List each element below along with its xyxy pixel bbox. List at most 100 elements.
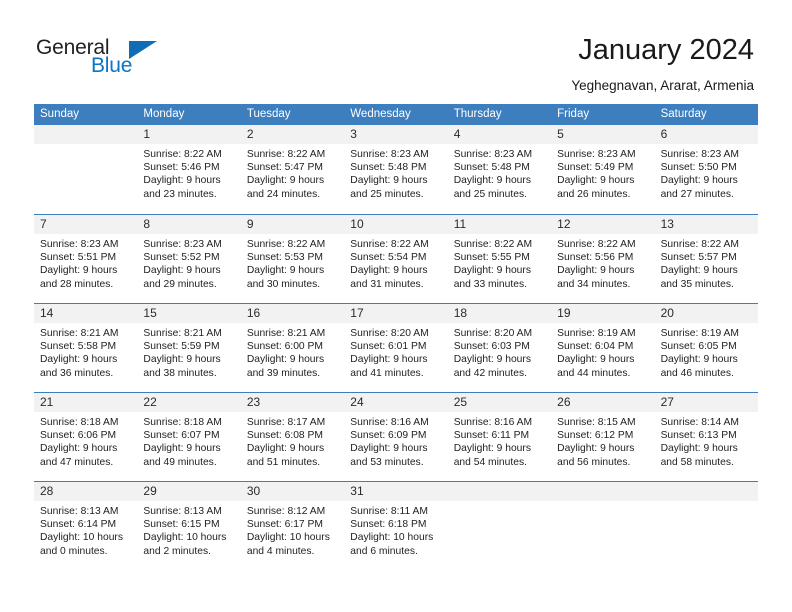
daylight-duration-line2: and 24 minutes. xyxy=(246,188,321,200)
weekday-header-tuesday: Tuesday xyxy=(246,108,291,120)
calendar-day-cell[interactable]: 18 Sunrise: 8:20 AM Sunset: 6:03 PM Dayligh… xyxy=(447,304,552,392)
daylight-duration-line1: Daylight: 9 hours xyxy=(143,265,221,277)
day-number: 27 xyxy=(654,393,758,412)
daylight-duration-line1: Daylight: 9 hours xyxy=(246,443,325,455)
day-sun-info: Sunrise: 8:22 AM Sunset: 5:56 PM Daylight:… xyxy=(551,234,654,291)
day-sun-info: Sunrise: 8:23 AM Sunset: 5:51 PM Daylight:… xyxy=(34,234,137,291)
daylight-duration-line2: and 25 minutes. xyxy=(453,188,527,200)
sunset-time: Sunset: 6:04 PM xyxy=(557,341,634,353)
calendar-day-cell[interactable]: 12 Sunrise: 8:22 AM Sunset: 5:56 PM Dayligh… xyxy=(551,215,655,303)
calendar-day-cell-empty xyxy=(447,482,552,570)
daylight-duration-line1: Daylight: 9 hours xyxy=(350,354,428,366)
calendar-day-cell[interactable]: 22 Sunrise: 8:18 AM Sunset: 6:07 PM Dayligh… xyxy=(137,393,241,481)
daylight-duration-line2: and 4 minutes. xyxy=(246,545,315,557)
daylight-duration-line2: and 35 minutes. xyxy=(660,278,734,290)
day-sun-info: Sunrise: 8:23 AM Sunset: 5:48 PM Daylight:… xyxy=(344,144,447,201)
sunset-time: Sunset: 6:03 PM xyxy=(453,341,530,353)
sunrise-time: Sunrise: 8:18 AM xyxy=(40,417,119,428)
calendar-day-cell[interactable]: 28 Sunrise: 8:13 AM Sunset: 6:14 PM Dayligh… xyxy=(34,482,138,570)
calendar-day-cell[interactable]: 21 Sunrise: 8:18 AM Sunset: 6:06 PM Dayligh… xyxy=(34,393,138,481)
daylight-duration-line2: and 2 minutes. xyxy=(143,545,211,557)
sunrise-time: Sunrise: 8:22 AM xyxy=(143,149,222,160)
sunrise-time: Sunrise: 8:16 AM xyxy=(453,417,533,428)
daylight-duration-line1: Daylight: 9 hours xyxy=(453,443,531,455)
calendar-week-row: 28 Sunrise: 8:13 AM Sunset: 6:14 PM Dayligh… xyxy=(34,481,758,570)
calendar-day-cell[interactable]: 25 Sunrise: 8:16 AM Sunset: 6:11 PM Dayligh… xyxy=(447,393,552,481)
daylight-duration-line1: Daylight: 10 hours xyxy=(350,532,434,544)
calendar-day-cell[interactable]: 16 Sunrise: 8:21 AM Sunset: 6:00 PM Dayligh… xyxy=(240,304,345,392)
calendar-day-cell[interactable]: 13 Sunrise: 8:22 AM Sunset: 5:57 PM Dayligh… xyxy=(654,215,758,303)
sunrise-time: Sunrise: 8:13 AM xyxy=(40,506,119,517)
sunrise-time: Sunrise: 8:19 AM xyxy=(557,328,636,339)
sunrise-time: Sunrise: 8:22 AM xyxy=(246,149,326,160)
sunset-time: Sunset: 5:52 PM xyxy=(143,252,220,264)
daylight-duration-line2: and 56 minutes. xyxy=(557,456,631,468)
daylight-duration-line1: Daylight: 9 hours xyxy=(246,265,325,277)
calendar-day-cell[interactable]: 5 Sunrise: 8:23 AM Sunset: 5:49 PM Daylight… xyxy=(551,125,655,214)
daylight-duration-line2: and 39 minutes. xyxy=(246,367,321,379)
calendar-day-cell[interactable]: 11 Sunrise: 8:22 AM Sunset: 5:55 PM Dayligh… xyxy=(447,215,552,303)
daylight-duration-line1: Daylight: 9 hours xyxy=(350,443,428,455)
day-number: 19 xyxy=(551,304,655,323)
day-number xyxy=(34,125,138,144)
day-number: 12 xyxy=(551,215,655,234)
calendar-day-cell[interactable]: 3 Sunrise: 8:23 AM Sunset: 5:48 PM Daylight… xyxy=(344,125,448,214)
calendar-day-cell[interactable]: 24 Sunrise: 8:16 AM Sunset: 6:09 PM Dayligh… xyxy=(344,393,448,481)
calendar-day-cell[interactable]: 7 Sunrise: 8:23 AM Sunset: 5:51 PM Daylight… xyxy=(34,215,138,303)
calendar-day-cell-empty xyxy=(654,482,758,570)
day-number: 25 xyxy=(447,393,552,412)
calendar-day-cell[interactable]: 23 Sunrise: 8:17 AM Sunset: 6:08 PM Dayligh… xyxy=(240,393,345,481)
sunrise-time: Sunrise: 8:23 AM xyxy=(453,149,533,160)
calendar-day-cell[interactable]: 30 Sunrise: 8:12 AM Sunset: 6:17 PM Dayligh… xyxy=(240,482,345,570)
calendar-day-cell[interactable]: 27 Sunrise: 8:14 AM Sunset: 6:13 PM Dayligh… xyxy=(654,393,758,481)
daylight-duration-line1: Daylight: 9 hours xyxy=(660,443,738,455)
sunset-time: Sunset: 6:12 PM xyxy=(557,430,634,442)
calendar-day-cell[interactable]: 1 Sunrise: 8:22 AM Sunset: 5:46 PM Daylight… xyxy=(137,125,241,214)
daylight-duration-line2: and 38 minutes. xyxy=(143,367,217,379)
day-sun-info xyxy=(655,501,758,505)
daylight-duration-line2: and 27 minutes. xyxy=(660,188,734,200)
daylight-duration-line2: and 58 minutes. xyxy=(660,456,734,468)
calendar-day-cell[interactable]: 31 Sunrise: 8:11 AM Sunset: 6:18 PM Dayligh… xyxy=(344,482,448,570)
logo-triangle-icon xyxy=(129,41,157,59)
general-blue-logo[interactable]: General Blue xyxy=(36,36,236,86)
day-sun-info xyxy=(551,501,654,505)
calendar-day-cell[interactable]: 26 Sunrise: 8:15 AM Sunset: 6:12 PM Dayligh… xyxy=(551,393,655,481)
calendar-day-cell[interactable]: 29 Sunrise: 8:13 AM Sunset: 6:15 PM Dayligh… xyxy=(137,482,241,570)
sunset-time: Sunset: 6:05 PM xyxy=(660,341,737,353)
calendar-day-cell[interactable]: 14 Sunrise: 8:21 AM Sunset: 5:58 PM Dayligh… xyxy=(34,304,138,392)
daylight-duration-line1: Daylight: 9 hours xyxy=(557,175,635,187)
calendar-day-cell[interactable]: 6 Sunrise: 8:23 AM Sunset: 5:50 PM Daylight… xyxy=(654,125,758,214)
calendar-day-cell[interactable]: 15 Sunrise: 8:21 AM Sunset: 5:59 PM Dayligh… xyxy=(137,304,241,392)
day-number xyxy=(654,482,758,501)
daylight-duration-line2: and 54 minutes. xyxy=(453,456,527,468)
calendar-week-row: 14 Sunrise: 8:21 AM Sunset: 5:58 PM Dayligh… xyxy=(34,303,758,392)
day-number: 24 xyxy=(344,393,448,412)
sunset-time: Sunset: 6:13 PM xyxy=(660,430,737,442)
day-number: 1 xyxy=(137,125,241,144)
sunrise-time: Sunrise: 8:15 AM xyxy=(557,417,636,428)
day-sun-info: Sunrise: 8:21 AM Sunset: 5:58 PM Daylight:… xyxy=(34,323,137,380)
sunset-time: Sunset: 5:54 PM xyxy=(350,252,427,264)
sunset-time: Sunset: 5:48 PM xyxy=(350,162,427,174)
day-number: 10 xyxy=(344,215,448,234)
daylight-duration-line2: and 47 minutes. xyxy=(40,456,114,468)
day-number: 15 xyxy=(137,304,241,323)
calendar-day-cell[interactable]: 19 Sunrise: 8:19 AM Sunset: 6:04 PM Dayligh… xyxy=(551,304,655,392)
calendar-day-cell[interactable]: 20 Sunrise: 8:19 AM Sunset: 6:05 PM Dayligh… xyxy=(654,304,758,392)
sunset-time: Sunset: 5:46 PM xyxy=(143,162,220,174)
calendar-day-cell[interactable]: 17 Sunrise: 8:20 AM Sunset: 6:01 PM Dayligh… xyxy=(344,304,448,392)
daylight-duration-line1: Daylight: 9 hours xyxy=(453,265,531,277)
calendar-day-cell[interactable]: 8 Sunrise: 8:23 AM Sunset: 5:52 PM Daylight… xyxy=(137,215,241,303)
calendar-day-cell[interactable]: 2 Sunrise: 8:22 AM Sunset: 5:47 PM Daylight… xyxy=(240,125,345,214)
daylight-duration-line2: and 41 minutes. xyxy=(350,367,424,379)
day-sun-info: Sunrise: 8:20 AM Sunset: 6:01 PM Daylight:… xyxy=(344,323,447,380)
day-sun-info: Sunrise: 8:23 AM Sunset: 5:50 PM Daylight:… xyxy=(655,144,758,201)
sunset-time: Sunset: 6:00 PM xyxy=(246,341,323,353)
calendar-day-cell[interactable]: 9 Sunrise: 8:22 AM Sunset: 5:53 PM Daylight… xyxy=(240,215,345,303)
day-number: 26 xyxy=(551,393,655,412)
calendar-day-cell[interactable]: 4 Sunrise: 8:23 AM Sunset: 5:48 PM Daylight… xyxy=(447,125,552,214)
sunset-time: Sunset: 5:56 PM xyxy=(557,252,634,264)
day-sun-info: Sunrise: 8:11 AM Sunset: 6:18 PM Daylight:… xyxy=(344,501,447,558)
calendar-day-cell[interactable]: 10 Sunrise: 8:22 AM Sunset: 5:54 PM Dayligh… xyxy=(344,215,448,303)
